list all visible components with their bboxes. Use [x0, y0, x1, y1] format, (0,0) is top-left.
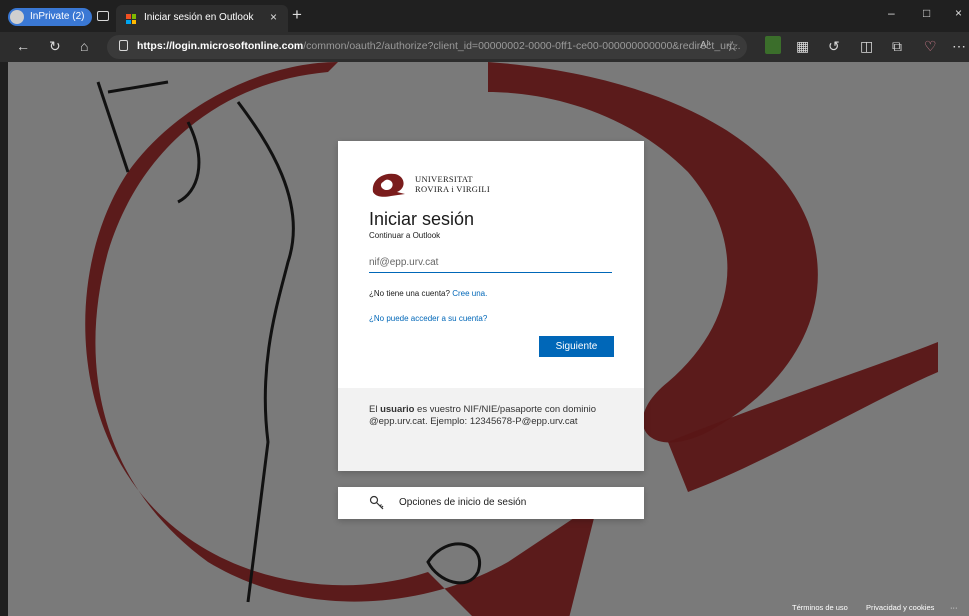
org-name-line1: UNIVERSITAT — [415, 174, 473, 184]
no-account-label: ¿No tiene una cuenta? — [369, 289, 450, 298]
read-aloud-icon[interactable]: Aʰ — [700, 40, 711, 51]
tab-strip: InPrivate (2) Iniciar sesión en Outlook … — [0, 0, 969, 32]
footer-more-button[interactable]: ··· — [950, 603, 958, 612]
close-tab-icon[interactable]: × — [270, 10, 277, 24]
favorite-star-icon[interactable]: ☆ — [726, 38, 739, 55]
next-button[interactable]: Siguiente — [539, 336, 614, 357]
no-account-text: ¿No tiene una cuenta? Cree una. — [369, 289, 487, 298]
privacy-link[interactable]: Privacidad y cookies — [866, 603, 934, 612]
home-icon[interactable]: ⌂ — [80, 38, 88, 54]
workspaces-icon[interactable] — [97, 11, 109, 21]
terms-link[interactable]: Términos de uso — [792, 603, 848, 612]
urv-logo: UNIVERSITAT ROVIRA i VIRGILI — [369, 170, 509, 200]
page-title: Iniciar sesión — [369, 209, 475, 229]
microsoft-favicon-icon — [126, 14, 136, 24]
info-bold: usuario — [380, 404, 415, 415]
create-account-link[interactable]: Cree una. — [452, 289, 487, 298]
calculator-extension-icon[interactable]: ▦ — [796, 38, 809, 55]
signin-options-label: Opciones de inicio de sesión — [399, 497, 527, 508]
close-window-button[interactable]: × — [955, 6, 962, 20]
game-extension-icon[interactable] — [765, 36, 781, 54]
back-icon[interactable]: ← — [16, 38, 30, 54]
key-icon — [369, 495, 384, 510]
info-text: El usuario es vuestro NIF/NIE/pasaporte … — [369, 404, 599, 428]
maximize-button[interactable]: □ — [923, 6, 930, 20]
email-input[interactable] — [369, 252, 612, 273]
profile-avatar — [10, 10, 24, 24]
cant-access-link[interactable]: ¿No puede acceder a su cuenta? — [369, 314, 487, 323]
refresh-extension-icon[interactable]: ↺ — [828, 38, 840, 55]
org-name-line2: ROVIRA i VIRGILI — [415, 184, 491, 194]
browser-toolbar: ← ↻ ⌂ https://login.microsoftonline.com/… — [0, 32, 969, 62]
split-screen-icon[interactable]: ◫ — [860, 38, 873, 55]
address-bar[interactable]: https://login.microsoftonline.com/common… — [107, 35, 747, 59]
inprivate-badge[interactable]: InPrivate (2) — [8, 8, 93, 26]
minimize-button[interactable]: – — [888, 6, 895, 20]
url-text[interactable]: https://login.microsoftonline.com/common… — [137, 40, 741, 52]
inprivate-label: InPrivate (2) — [30, 11, 85, 22]
urv-logo-icon — [372, 173, 405, 197]
page-subtitle: Continuar a Outlook — [369, 231, 441, 240]
info-panel: El usuario es vuestro NIF/NIE/pasaporte … — [338, 388, 644, 471]
new-tab-button[interactable]: + — [292, 5, 302, 25]
signin-card: UNIVERSITAT ROVIRA i VIRGILI Iniciar ses… — [338, 141, 644, 471]
collections-icon[interactable]: ⧉ — [892, 38, 902, 55]
org-name: UNIVERSITAT ROVIRA i VIRGILI — [415, 174, 490, 194]
lock-icon[interactable] — [119, 40, 128, 51]
tab-outlook-signin[interactable]: Iniciar sesión en Outlook × — [116, 5, 288, 32]
signin-options-button[interactable]: Opciones de inicio de sesión — [338, 487, 644, 519]
refresh-icon[interactable]: ↻ — [49, 38, 61, 55]
info-prefix: El — [369, 404, 378, 415]
tab-title: Iniciar sesión en Outlook — [144, 12, 254, 23]
more-icon[interactable]: ⋯ — [952, 38, 966, 55]
favorites-heart-icon[interactable]: ♡ — [924, 38, 937, 55]
